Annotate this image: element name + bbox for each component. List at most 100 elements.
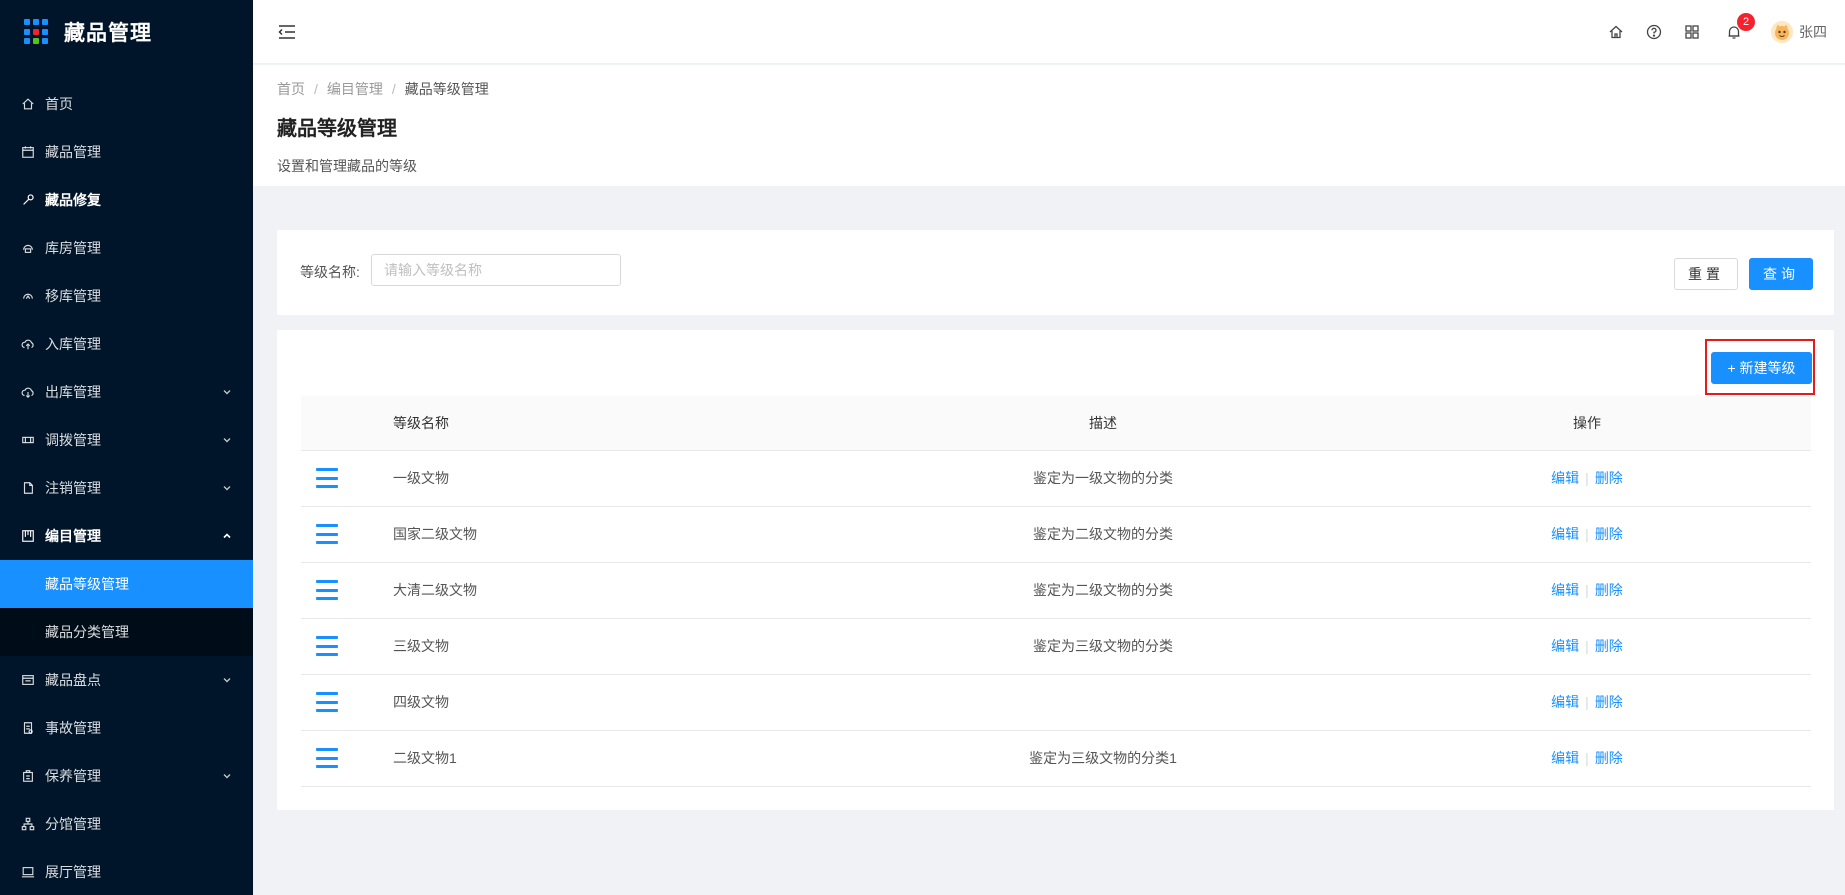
column-header-drag (301, 396, 393, 451)
sidebar: 藏品管理 首页 藏品管理 藏品修复 库房管理 移库管理 入库管理 出库管理 调拨… (0, 0, 253, 895)
sidebar-item-label: 入库管理 (45, 336, 101, 352)
sidebar-item-label: 藏品管理 (45, 144, 101, 160)
notification-badge: 2 (1737, 13, 1755, 31)
inventory-icon (20, 672, 36, 688)
drag-handle-icon[interactable] (316, 636, 338, 656)
breadcrumb-item[interactable]: 首页 (277, 79, 305, 99)
drag-handle-icon[interactable] (316, 524, 338, 544)
sidebar-item-outbound[interactable]: 出库管理 (0, 368, 253, 416)
user-menu[interactable]: 张四 (1771, 21, 1827, 43)
grade-name-cell: 大清二级文物 (393, 562, 843, 619)
sidebar-item-label: 库房管理 (45, 240, 101, 256)
transfer-icon (20, 432, 36, 448)
drag-handle-icon[interactable] (316, 748, 338, 768)
action-divider: | (1585, 582, 1589, 598)
edit-link[interactable]: 编辑 (1551, 470, 1579, 486)
calendar-icon (20, 144, 36, 160)
cataloging-submenu: 藏品等级管理 藏品分类管理 (0, 560, 253, 656)
chevron-down-icon (221, 674, 233, 686)
sidebar-item-label: 藏品分类管理 (45, 624, 129, 640)
help-icon[interactable] (1645, 23, 1663, 41)
chevron-down-icon (221, 770, 233, 782)
app-logo[interactable]: 藏品管理 (0, 0, 253, 64)
maintain-icon (20, 768, 36, 784)
drag-handle-icon[interactable] (316, 468, 338, 488)
home-icon[interactable] (1607, 23, 1625, 41)
edit-link[interactable]: 编辑 (1551, 638, 1579, 654)
delete-link[interactable]: 删除 (1595, 750, 1623, 766)
edit-link[interactable]: 编辑 (1551, 750, 1579, 766)
breadcrumb-item[interactable]: 编目管理 (327, 79, 383, 99)
description-cell: 鉴定为二级文物的分类 (843, 562, 1363, 619)
apps-grid-icon (24, 19, 50, 45)
sidebar-item-cataloging[interactable]: 编目管理 (0, 512, 253, 560)
column-header-description: 描述 (843, 396, 1363, 451)
grade-name-cell: 二级文物1 (393, 730, 843, 787)
apps-icon[interactable] (1683, 23, 1701, 41)
report-icon (20, 720, 36, 736)
column-header-actions: 操作 (1363, 396, 1811, 451)
warehouse-icon (20, 240, 36, 256)
menu-fold-icon[interactable] (276, 21, 298, 43)
sidebar-item-label: 保养管理 (45, 768, 101, 784)
sidebar-item-inventory[interactable]: 藏品盘点 (0, 656, 253, 704)
description-cell: 鉴定为二级文物的分类 (843, 506, 1363, 563)
delete-link[interactable]: 删除 (1595, 526, 1623, 542)
sidebar-item-branches[interactable]: 分馆管理 (0, 800, 253, 848)
breadcrumb-separator: / (391, 81, 396, 97)
sidebar-item-category-management[interactable]: 藏品分类管理 (0, 608, 253, 656)
sidebar-item-label: 移库管理 (45, 288, 101, 304)
sidebar-item-warehouse[interactable]: 库房管理 (0, 224, 253, 272)
sidebar-item-relocation[interactable]: 移库管理 (0, 272, 253, 320)
table-row: 大清二级文物 鉴定为二级文物的分类 编辑 | 删除 (301, 562, 1811, 619)
sidebar-item-label: 注销管理 (45, 480, 101, 496)
avatar (1771, 21, 1793, 43)
description-cell: 鉴定为三级文物的分类1 (843, 730, 1363, 787)
sidebar-item-maintenance[interactable]: 保养管理 (0, 752, 253, 800)
drag-handle-icon[interactable] (316, 580, 338, 600)
sidebar-item-incidents[interactable]: 事故管理 (0, 704, 253, 752)
sidebar-item-label: 事故管理 (45, 720, 101, 736)
sidebar-item-transfer[interactable]: 调拨管理 (0, 416, 253, 464)
delete-link[interactable]: 删除 (1595, 694, 1623, 710)
grade-name-input[interactable] (371, 254, 621, 286)
query-button[interactable]: 查询 (1749, 258, 1813, 290)
move-icon (20, 288, 36, 304)
chevron-up-icon (221, 530, 233, 542)
grade-name-label: 等级名称: (300, 264, 360, 280)
sidebar-item-label: 藏品等级管理 (45, 576, 129, 592)
table-row: 四级文物 编辑 | 删除 (301, 674, 1811, 731)
sidebar-item-collections[interactable]: 藏品管理 (0, 128, 253, 176)
sidebar-item-label: 出库管理 (45, 384, 101, 400)
sidebar-item-exhibition-halls[interactable]: 展厅管理 (0, 848, 253, 895)
sidebar-item-inbound[interactable]: 入库管理 (0, 320, 253, 368)
new-grade-button[interactable]: + 新建等级 (1711, 352, 1812, 384)
description-cell: 鉴定为一级文物的分类 (843, 450, 1363, 507)
edit-link[interactable]: 编辑 (1551, 526, 1579, 542)
drag-handle-icon[interactable] (316, 692, 338, 712)
table-header-row: 等级名称 描述 操作 (301, 396, 1811, 451)
delete-link[interactable]: 删除 (1595, 470, 1623, 486)
action-divider: | (1585, 526, 1589, 542)
cloud-upload-icon (20, 336, 36, 352)
column-header-name: 等级名称 (393, 396, 843, 451)
wrench-icon (20, 192, 36, 208)
search-form: 等级名称: 重置 查询 (277, 230, 1834, 315)
delete-link[interactable]: 删除 (1595, 638, 1623, 654)
sidebar-item-cancellation[interactable]: 注销管理 (0, 464, 253, 512)
sidebar-item-label: 调拨管理 (45, 432, 101, 448)
breadcrumb-separator: / (314, 81, 318, 97)
grade-table-card: + 新建等级 等级名称 描述 操作 一级文物 鉴定为一级文物的分类 编辑 | 删除 … (277, 330, 1834, 810)
reset-button[interactable]: 重置 (1674, 258, 1738, 290)
sidebar-item-label: 分馆管理 (45, 816, 101, 832)
chevron-down-icon (221, 386, 233, 398)
edit-link[interactable]: 编辑 (1551, 694, 1579, 710)
edit-link[interactable]: 编辑 (1551, 582, 1579, 598)
sidebar-item-restoration[interactable]: 藏品修复 (0, 176, 253, 224)
description-cell (843, 674, 1363, 731)
delete-link[interactable]: 删除 (1595, 582, 1623, 598)
description-cell: 鉴定为三级文物的分类 (843, 618, 1363, 675)
sidebar-item-home[interactable]: 首页 (0, 80, 253, 128)
bell-icon[interactable]: 2 (1725, 13, 1755, 41)
sidebar-item-grade-management[interactable]: 藏品等级管理 (0, 560, 253, 608)
